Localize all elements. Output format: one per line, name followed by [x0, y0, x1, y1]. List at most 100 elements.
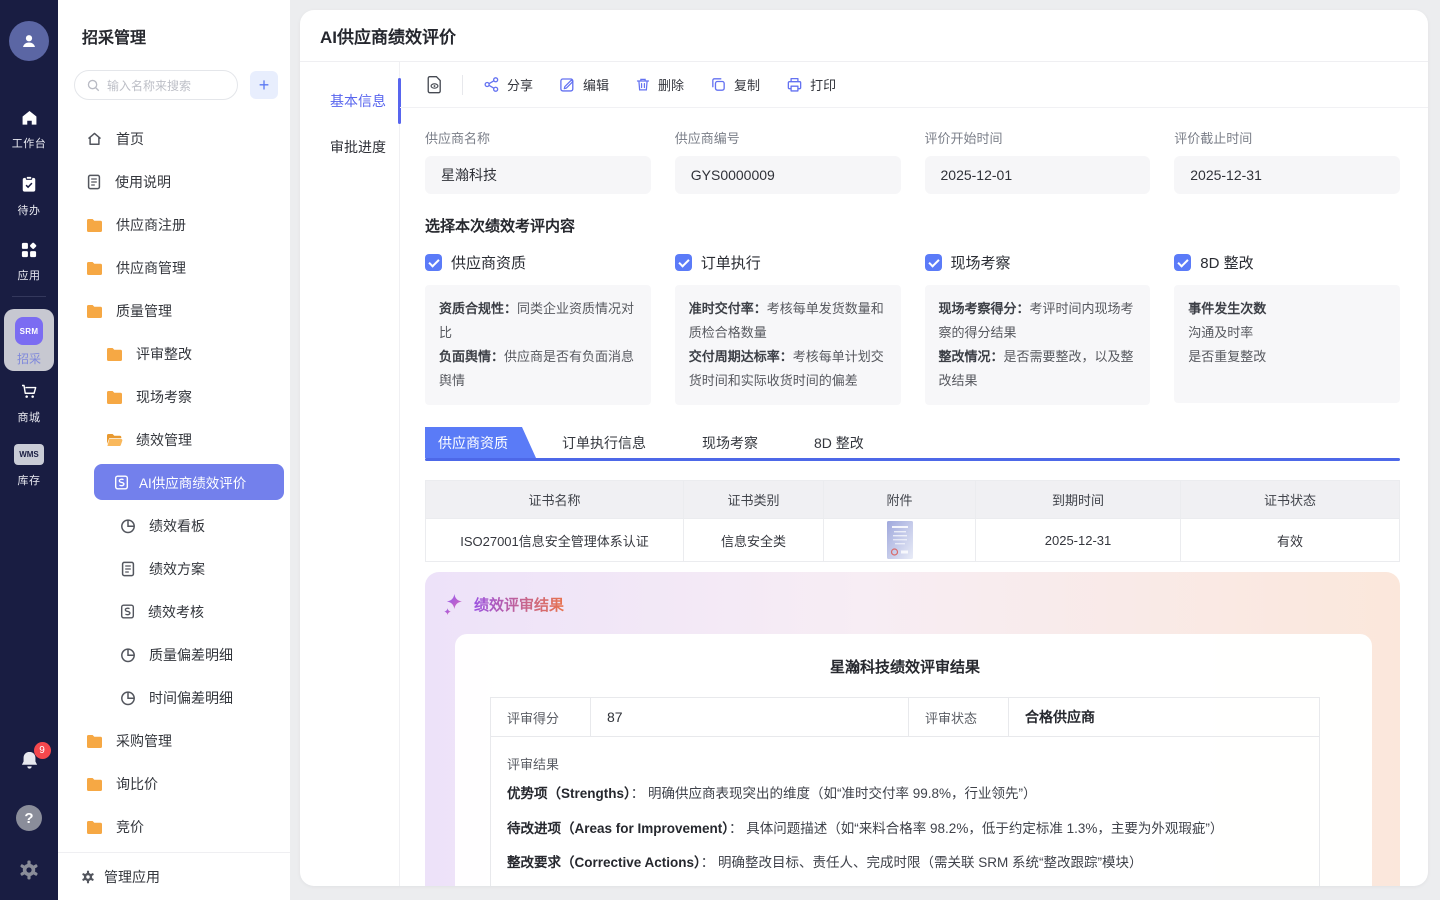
review-section-title: 绩效评审结果: [474, 594, 564, 615]
rail-item-srm-active[interactable]: SRM 招采: [4, 309, 54, 371]
wms-badge-icon: WMS: [14, 444, 44, 465]
copy-button[interactable]: 复制: [710, 75, 760, 94]
sidebar-item-performance-board[interactable]: 绩效看板: [58, 504, 290, 547]
rail-item-settings[interactable]: [0, 858, 58, 882]
supplier-name-input[interactable]: 星瀚科技: [425, 156, 651, 194]
manage-apps-button[interactable]: 管理应用: [58, 852, 290, 900]
sidebar-item-instructions[interactable]: 使用说明: [58, 160, 290, 203]
folder-icon: [86, 304, 103, 318]
field-supplier-code: 供应商编号 GYS0000009: [675, 128, 901, 194]
copy-icon: [710, 76, 727, 93]
rail-item-apps[interactable]: 应用: [0, 240, 58, 283]
cart-icon: [19, 382, 40, 402]
checkbox-qualification[interactable]: [425, 254, 442, 271]
field-eval-end: 评价截止时间 2025-12-31: [1174, 128, 1400, 194]
sidebar-item-time-deviation[interactable]: 时间偏差明细: [58, 676, 290, 719]
rail-item-mall[interactable]: 商城: [0, 382, 58, 425]
sidebar-item-bidding[interactable]: 竞价: [58, 805, 290, 848]
table-row: ISO27001信息安全管理体系认证 信息安全类 2025-12-31 有效: [426, 519, 1400, 562]
share-icon: [483, 76, 500, 93]
review-line-improvement: 待改进项（Areas for Improvement）： 具体问题描述（如“来料…: [507, 816, 1301, 843]
tab-order-execution[interactable]: 订单执行信息: [538, 427, 676, 458]
sidebar-item-performance-manage[interactable]: 绩效管理: [58, 418, 290, 461]
sidebar-item-ai-supplier-evaluation[interactable]: AI供应商绩效评价: [94, 464, 284, 500]
review-card: 星瀚科技绩效评审结果 评审得分 87 评审状态 合格供应商 评审结果 优势项（S…: [455, 634, 1372, 886]
folder-open-icon: [106, 433, 123, 447]
sidebar-item-supplier-register[interactable]: 供应商注册: [58, 203, 290, 246]
tab-underline: [425, 458, 1400, 461]
sidebar-item-quality-manage[interactable]: 质量管理: [58, 289, 290, 332]
cert-expiry: 2025-12-31: [976, 519, 1181, 562]
module-sidebar: 招采管理 输入名称来搜索 + 首页 使用说明 供应商注册 供应商管理 质: [58, 0, 290, 900]
eval-start-input[interactable]: 2025-12-01: [925, 156, 1151, 194]
field-eval-start: 评价开始时间 2025-12-01: [925, 128, 1151, 194]
cert-status: 有效: [1181, 519, 1400, 562]
help-icon: ?: [16, 805, 42, 831]
edit-button[interactable]: 编辑: [559, 75, 609, 94]
cert-attachment: [824, 519, 976, 562]
search-placeholder: 输入名称来搜索: [107, 77, 191, 94]
user-icon: [18, 30, 40, 52]
assess-cards: 供应商资质 资质合规性：同类企业资质情况对比 负面舆情：供应商是否有负面消息舆情…: [425, 252, 1400, 405]
rail-item-inventory[interactable]: WMS 库存: [0, 444, 58, 488]
pie-chart-icon: [120, 647, 136, 663]
sidebar-item-rfq[interactable]: 询比价: [58, 762, 290, 805]
folder-icon: [86, 734, 103, 748]
cert-category: 信息安全类: [684, 519, 824, 562]
share-button[interactable]: 分享: [483, 75, 533, 94]
sidebar-item-home[interactable]: 首页: [58, 117, 290, 160]
certificate-thumbnail[interactable]: [887, 521, 913, 559]
apps-grid-icon: [19, 240, 39, 260]
sidebar-item-review-rectify[interactable]: 评审整改: [58, 332, 290, 375]
supplier-code-input[interactable]: GYS0000009: [675, 156, 901, 194]
report-icon: [114, 475, 129, 490]
review-line-corrective: 整改要求（Corrective Actions）： 明确整改目标、责任人、完成时…: [507, 850, 1301, 877]
checkbox-site-visit[interactable]: [925, 254, 942, 271]
field-supplier-name: 供应商名称 星瀚科技: [425, 128, 651, 194]
review-panel: 绩效评审结果 星瀚科技绩效评审结果 评审得分 87 评审状态 合格供应商: [425, 572, 1400, 886]
notification-badge: 9: [34, 742, 51, 759]
folder-icon: [86, 218, 103, 232]
delete-button[interactable]: 删除: [635, 75, 684, 94]
rail-item-todo[interactable]: 待办: [0, 174, 58, 218]
folder-icon: [86, 777, 103, 791]
add-button[interactable]: +: [250, 71, 278, 99]
result-label: 评审结果: [507, 754, 1301, 773]
sidebar-item-performance-assess[interactable]: 绩效考核: [58, 590, 290, 633]
search-input[interactable]: 输入名称来搜索: [74, 70, 238, 100]
toolbar-divider: [462, 75, 463, 95]
review-card-title: 星瀚科技绩效评审结果: [490, 656, 1320, 677]
sidebar-title: 招采管理: [58, 0, 290, 48]
assess-card-qualification: 供应商资质 资质合规性：同类企业资质情况对比 负面舆情：供应商是否有负面消息舆情: [425, 252, 651, 405]
preview-document-icon[interactable]: [425, 75, 444, 94]
folder-icon: [106, 390, 123, 404]
sidebar-item-quality-deviation[interactable]: 质量偏差明细: [58, 633, 290, 676]
checkbox-order[interactable]: [675, 254, 692, 271]
tab-approval-progress[interactable]: 审批进度: [300, 124, 399, 170]
rail-item-notifications[interactable]: 9: [0, 748, 58, 774]
sidebar-item-performance-plan[interactable]: 绩效方案: [58, 547, 290, 590]
gear-icon: [17, 858, 41, 882]
rail-item-help[interactable]: ?: [0, 805, 58, 831]
report-icon: [120, 604, 135, 619]
avatar[interactable]: [9, 21, 49, 61]
print-button[interactable]: 打印: [786, 75, 836, 94]
tab-basic-info[interactable]: 基本信息: [300, 78, 399, 124]
detail-side-tabs: 基本信息 审批进度: [300, 62, 400, 886]
folder-icon: [86, 820, 103, 834]
pie-chart-icon: [120, 518, 136, 534]
sidebar-item-purchase-manage[interactable]: 采购管理: [58, 719, 290, 762]
home-outline-icon: [86, 131, 103, 147]
tab-site-visit[interactable]: 现场考察: [678, 427, 788, 458]
tab-supplier-qualification[interactable]: 供应商资质: [425, 427, 536, 458]
sidebar-item-site-visit[interactable]: 现场考察: [58, 375, 290, 418]
sidebar-menu: 首页 使用说明 供应商注册 供应商管理 质量管理 评审整改 现场考察 绩效管理: [58, 117, 290, 848]
eval-end-input[interactable]: 2025-12-31: [1174, 156, 1400, 194]
checkbox-8d[interactable]: [1174, 254, 1191, 271]
home-icon: [19, 108, 40, 128]
rail-item-workbench[interactable]: 工作台: [0, 108, 58, 151]
tab-8d-rectify[interactable]: 8D 整改: [790, 427, 894, 458]
score-label: 评审得分: [491, 698, 591, 737]
sidebar-item-supplier-manage[interactable]: 供应商管理: [58, 246, 290, 289]
folder-icon: [106, 347, 123, 361]
